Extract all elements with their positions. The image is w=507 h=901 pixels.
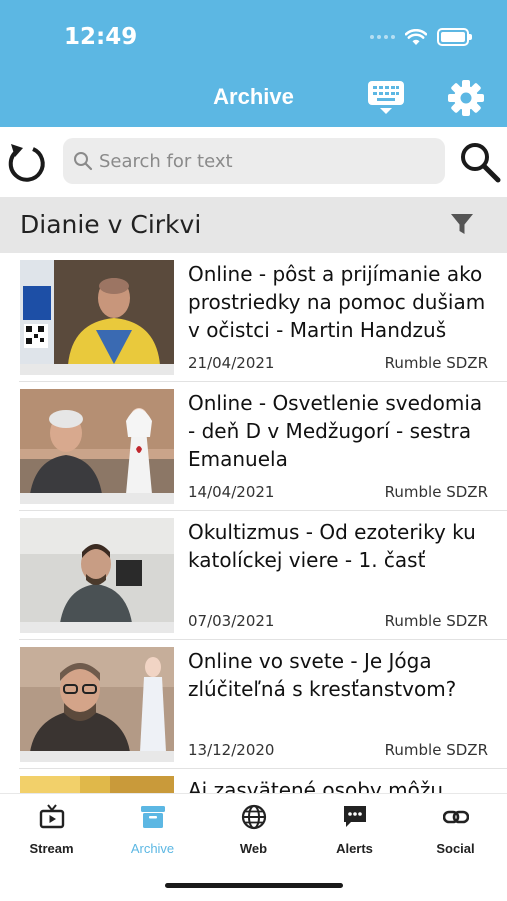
item-title: Online - Osvetlenie svedomia - deň D v M… [188,391,483,471]
item-date: 21/04/2021 [188,354,275,372]
item-date: 07/03/2021 [188,612,275,630]
item-source: Rumble SDZR [384,354,488,372]
item-source: Rumble SDZR [384,612,488,630]
item-title: Online vo svete - Je Jóga zlúčiteľná s k… [188,649,457,701]
tab-label: Archive [130,841,175,856]
tab-archive[interactable]: Archive [102,804,203,856]
archive-list: Online - pôst a prijímanie ako prostried… [0,253,507,793]
tab-label: Web [239,841,268,856]
wifi-icon [405,28,427,45]
search-button-icon[interactable] [458,140,502,189]
video-thumbnail [20,260,174,375]
item-date: 14/04/2021 [188,483,275,501]
item-title: Okultizmus - Od ezoteriky ku katolíckej … [188,520,476,572]
list-item[interactable]: Aj zasvätené osoby môžu [0,769,507,793]
chat-bubble-icon [343,806,366,827]
refresh-icon[interactable] [6,140,48,189]
search-icon [74,152,93,171]
list-item[interactable]: Online vo svete - Je Jóga zlúčiteľná s k… [0,640,507,769]
search-input[interactable] [99,150,419,172]
item-date: 13/12/2020 [188,741,275,759]
battery-icon [437,28,472,46]
category-title: Dianie v Cirkvi [20,210,202,239]
list-item[interactable]: Online - Osvetlenie svedomia - deň D v M… [0,382,507,511]
tab-label: Alerts [336,841,373,856]
video-thumbnail [20,776,174,793]
status-time: 12:49 [64,24,138,50]
keyboard-icon[interactable] [367,80,405,121]
item-title: Aj zasvätené osoby môžu [188,778,444,793]
status-indicators [370,28,472,46]
item-source: Rumble SDZR [384,483,488,501]
tab-label: Stream [29,841,74,856]
signal-icon [370,35,395,39]
link-icon [442,810,469,824]
item-title: Online - pôst a prijímanie ako prostried… [188,262,486,342]
list-item[interactable]: Online - pôst a prijímanie ako prostried… [0,253,507,382]
filter-icon[interactable] [450,212,474,241]
tab-web[interactable]: Web [203,804,304,856]
list-item[interactable]: Okultizmus - Od ezoteriky ku katolíckej … [0,511,507,640]
search-field[interactable] [63,138,445,184]
video-thumbnail [20,389,174,504]
item-source: Rumble SDZR [384,741,488,759]
home-indicator [165,883,343,888]
globe-icon [241,804,266,830]
tab-label: Social [436,841,475,856]
archive-box-icon [140,806,165,828]
tab-stream[interactable]: Stream [1,804,102,856]
tab-social[interactable]: Social [405,804,506,856]
video-thumbnail [20,518,174,633]
settings-gear-icon[interactable] [447,79,485,122]
tab-alerts[interactable]: Alerts [304,804,405,856]
tv-icon [39,804,64,829]
page-title: Archive [213,84,294,109]
video-thumbnail [20,647,174,762]
